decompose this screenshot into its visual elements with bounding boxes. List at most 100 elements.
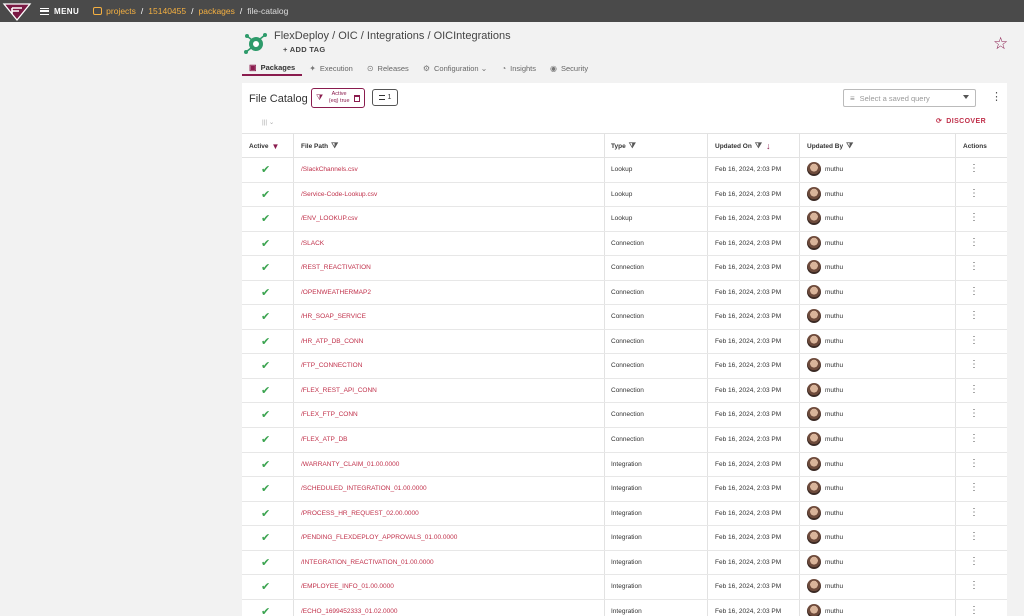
- table-row[interactable]: ✔ /SLACK Connection Feb 16, 2024, 2:03 P…: [242, 232, 1007, 257]
- table-row[interactable]: ✔ /FTP_CONNECTION Connection Feb 16, 202…: [242, 354, 1007, 379]
- sort-descending-icon[interactable]: ↓: [766, 141, 771, 151]
- table-row[interactable]: ✔ /SCHEDULED_INTEGRATION_01.00.0000 Inte…: [242, 477, 1007, 502]
- active-check-icon: ✔: [261, 605, 271, 616]
- table-row[interactable]: ✔ /PENDING_FLEXDEPLOY_APPROVALS_01.00.00…: [242, 526, 1007, 551]
- table-row[interactable]: ✔ /OPENWEATHERMAP2 Connection Feb 16, 20…: [242, 281, 1007, 306]
- updated-by-user: muthu: [825, 313, 844, 321]
- breadcrumb-packages[interactable]: packages: [199, 6, 235, 16]
- updated-on: Feb 16, 2024, 2:03 PM: [715, 362, 782, 370]
- file-type: Integration: [611, 534, 642, 542]
- tab-execution[interactable]: ✦ Execution: [302, 60, 360, 76]
- page-title: FlexDeploy / OIC / Integrations / OICInt…: [274, 30, 511, 42]
- file-path-link[interactable]: /FLEX_REST_API_CONN: [301, 387, 377, 394]
- file-path-link[interactable]: /REST_REACTIVATION: [301, 264, 371, 271]
- row-actions-icon[interactable]: ⋮: [969, 556, 979, 567]
- breadcrumb-current: file-catalog: [247, 6, 289, 16]
- discover-button[interactable]: ⟳ DISCOVER: [936, 117, 986, 125]
- filter-icon[interactable]: ⧩: [755, 141, 762, 151]
- add-tag-button[interactable]: + ADD TAG: [283, 45, 326, 54]
- table-row[interactable]: ✔ /PROCESS_HR_REQUEST_02.00.0000 Integra…: [242, 502, 1007, 527]
- row-actions-icon[interactable]: ⋮: [969, 458, 979, 469]
- file-path-link[interactable]: /SlackChannels.csv: [301, 166, 358, 173]
- file-path-link[interactable]: /OPENWEATHERMAP2: [301, 289, 371, 296]
- updated-on: Feb 16, 2024, 2:03 PM: [715, 239, 782, 247]
- column-header-file-path[interactable]: File Path ⧩: [301, 134, 338, 158]
- row-actions-icon[interactable]: ⋮: [969, 310, 979, 321]
- table-row[interactable]: ✔ /EMPLOYEE_INFO_01.00.0000 Integration …: [242, 575, 1007, 600]
- updated-by-user: muthu: [825, 411, 844, 419]
- favorite-star-icon[interactable]: ☆: [993, 34, 1008, 54]
- file-path-link[interactable]: /WARRANTY_CLAIM_01.00.0000: [301, 461, 399, 468]
- delete-filter-icon[interactable]: [354, 94, 361, 102]
- row-actions-icon[interactable]: ⋮: [969, 237, 979, 248]
- table-row[interactable]: ✔ /SlackChannels.csv Lookup Feb 16, 2024…: [242, 158, 1007, 183]
- table-row[interactable]: ✔ /FLEX_REST_API_CONN Connection Feb 16,…: [242, 379, 1007, 404]
- table-row[interactable]: ✔ /ENV_LOOKUP.csv Lookup Feb 16, 2024, 2…: [242, 207, 1007, 232]
- row-actions-icon[interactable]: ⋮: [969, 580, 979, 591]
- row-actions-icon[interactable]: ⋮: [969, 408, 979, 419]
- filter-icon[interactable]: ⧩: [331, 141, 338, 151]
- active-filter-chip[interactable]: ⧩ Active (eq) true: [311, 88, 365, 108]
- file-path-link[interactable]: /HR_ATP_DB_CONN: [301, 338, 363, 345]
- column-header-updated-on[interactable]: Updated On ⧩ ↓: [715, 134, 770, 158]
- table-row[interactable]: ✔ /WARRANTY_CLAIM_01.00.0000 Integration…: [242, 453, 1007, 478]
- row-actions-icon[interactable]: ⋮: [969, 188, 979, 199]
- card-more-icon[interactable]: ⋮: [991, 90, 1002, 103]
- tab-insights[interactable]: ◔ Insights: [494, 60, 543, 76]
- row-actions-icon[interactable]: ⋮: [969, 163, 979, 174]
- table-row[interactable]: ✔ /HR_ATP_DB_CONN Connection Feb 16, 202…: [242, 330, 1007, 355]
- breadcrumb-projects[interactable]: projects: [106, 6, 136, 16]
- row-actions-icon[interactable]: ⋮: [969, 507, 979, 518]
- row-actions-icon[interactable]: ⋮: [969, 359, 979, 370]
- filter-icon[interactable]: ⧩: [629, 141, 636, 151]
- file-path-link[interactable]: /ECHO_1699452333_01.02.0000: [301, 608, 398, 615]
- row-actions-icon[interactable]: ⋮: [969, 212, 979, 223]
- file-path-link[interactable]: /SCHEDULED_INTEGRATION_01.00.0000: [301, 485, 427, 492]
- file-path-link[interactable]: /PROCESS_HR_REQUEST_02.00.0000: [301, 510, 419, 517]
- saved-query-select[interactable]: ≡ Select a saved query: [843, 89, 976, 107]
- column-header-updated-by[interactable]: Updated By ⧩: [807, 134, 853, 158]
- tab-label: Packages: [260, 62, 296, 72]
- column-toggle-button[interactable]: ||| ⌄: [262, 118, 274, 126]
- table-row[interactable]: ✔ /ECHO_1699452333_01.02.0000 Integratio…: [242, 600, 1007, 616]
- table-row[interactable]: ✔ /FLEX_FTP_CONN Connection Feb 16, 2024…: [242, 403, 1007, 429]
- breadcrumb-project-id[interactable]: 15140455: [148, 6, 186, 16]
- file-path-link[interactable]: /PENDING_FLEXDEPLOY_APPROVALS_01.00.0000: [301, 534, 457, 541]
- file-catalog-card: File Catalog ⧩ Active (eq) true 1 ≡ Sele…: [242, 83, 1007, 616]
- file-path-link[interactable]: /ENV_LOOKUP.csv: [301, 215, 358, 222]
- file-path-link[interactable]: /Service-Code-Lookup.csv: [301, 191, 377, 198]
- file-path-link[interactable]: /EMPLOYEE_INFO_01.00.0000: [301, 583, 394, 590]
- row-actions-icon[interactable]: ⋮: [969, 482, 979, 493]
- table-row[interactable]: ✔ /INTEGRATION_REACTIVATION_01.00.0000 I…: [242, 551, 1007, 576]
- row-actions-icon[interactable]: ⋮: [969, 433, 979, 444]
- row-actions-icon[interactable]: ⋮: [969, 531, 979, 542]
- table-row[interactable]: ✔ /Service-Code-Lookup.csv Lookup Feb 16…: [242, 183, 1007, 208]
- row-actions-icon[interactable]: ⋮: [969, 384, 979, 395]
- file-path-link[interactable]: /FLEX_ATP_DB: [301, 436, 347, 443]
- row-actions-icon[interactable]: ⋮: [969, 261, 979, 272]
- row-actions-icon[interactable]: ⋮: [969, 605, 979, 616]
- file-path-link[interactable]: /INTEGRATION_REACTIVATION_01.00.0000: [301, 559, 434, 566]
- tab-packages[interactable]: ▣ Packages: [242, 60, 303, 76]
- file-path-link[interactable]: /FTP_CONNECTION: [301, 362, 362, 369]
- file-path-link[interactable]: /FLEX_FTP_CONN: [301, 411, 358, 418]
- sort-chip[interactable]: 1: [372, 89, 398, 106]
- table-row[interactable]: ✔ /REST_REACTIVATION Connection Feb 16, …: [242, 256, 1007, 281]
- filter-icon[interactable]: ⧩: [846, 141, 853, 151]
- filter-icon[interactable]: ▼: [272, 142, 280, 151]
- file-path-link[interactable]: /SLACK: [301, 240, 324, 247]
- menu-button[interactable]: MENU: [40, 7, 79, 16]
- file-path-link[interactable]: /HR_SOAP_SERVICE: [301, 313, 366, 320]
- column-header-active[interactable]: Active ▼: [249, 134, 279, 158]
- breadcrumb-separator: /: [191, 6, 194, 16]
- tab-security[interactable]: ◉ Security: [543, 60, 595, 76]
- table-row[interactable]: ✔ /FLEX_ATP_DB Connection Feb 16, 2024, …: [242, 428, 1007, 453]
- tab-releases[interactable]: ⊙ Releases: [360, 60, 416, 76]
- column-header-type[interactable]: Type ⧩: [611, 134, 636, 158]
- tab-configuration[interactable]: ⚙ Configuration ⌄: [416, 60, 495, 76]
- integration-project-icon: [244, 33, 267, 54]
- flexdeploy-logo[interactable]: [0, 0, 34, 22]
- row-actions-icon[interactable]: ⋮: [969, 335, 979, 346]
- row-actions-icon[interactable]: ⋮: [969, 286, 979, 297]
- table-row[interactable]: ✔ /HR_SOAP_SERVICE Connection Feb 16, 20…: [242, 305, 1007, 330]
